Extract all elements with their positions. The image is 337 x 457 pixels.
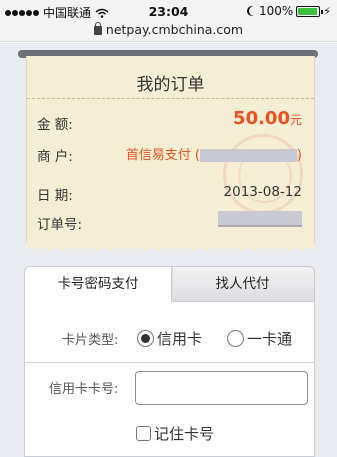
amount-value-row: 50.00元 <box>233 108 302 129</box>
form-divider <box>24 362 315 363</box>
remember-card-checkbox[interactable]: 记住卡号 <box>136 423 214 444</box>
amount-label: 金 额: <box>37 117 73 133</box>
receipt-divider <box>27 98 314 99</box>
radio-debit-card[interactable]: 一卡通 <box>227 328 292 349</box>
receipt-zigzag-edge <box>26 242 315 250</box>
radio-credit-card[interactable]: 信用卡 <box>137 328 202 349</box>
redacted-merchant <box>199 148 297 162</box>
card-type-label: 卡片类型: <box>62 333 119 348</box>
battery-icon <box>296 5 324 17</box>
date-label: 日 期: <box>37 188 73 204</box>
amount-value: 50.00 <box>233 108 290 129</box>
tab-card-password-pay[interactable]: 卡号密码支付 <box>24 266 172 302</box>
radio-credit-card-label: 信用卡 <box>157 330 203 348</box>
order-no-label: 订单号: <box>37 217 83 233</box>
status-right: 100% ⚡ <box>246 4 331 18</box>
radio-checked-icon[interactable] <box>137 330 154 347</box>
tab-pay-for-me[interactable]: 找人代付 <box>157 266 315 302</box>
order-title: 我的订单 <box>136 75 205 95</box>
checkbox-icon[interactable] <box>136 426 151 441</box>
battery-percent: 100% <box>258 4 294 18</box>
merchant-value-row: 首信易支付 () <box>126 144 302 163</box>
merchant-suffix: ) <box>296 148 302 163</box>
moon-icon <box>249 6 259 16</box>
radio-debit-card-label: 一卡通 <box>247 330 293 348</box>
amount-unit: 元 <box>289 113 302 127</box>
url-text[interactable]: netpay.cmbchina.com <box>106 22 243 37</box>
order-no-row <box>218 211 302 227</box>
status-bar: 中国联通 23:04 100% ⚡ <box>0 0 337 22</box>
card-number-input[interactable] <box>135 371 308 405</box>
card-number-label: 信用卡卡号: <box>49 382 119 397</box>
lock-icon <box>93 22 102 35</box>
merchant-value: 首信易支付 ( <box>125 148 200 163</box>
charging-bolt-icon: ⚡ <box>323 4 331 18</box>
radio-unchecked-icon[interactable] <box>227 330 244 347</box>
order-receipt: 我的订单 金 额: 50.00元 商 户: 首信易支付 () 日 期: 2013… <box>26 56 315 244</box>
merchant-label: 商 户: <box>37 149 73 165</box>
url-bar[interactable]: netpay.cmbchina.com <box>0 22 337 42</box>
remember-card-label: 记住卡号 <box>154 425 215 443</box>
redacted-order-no <box>218 211 302 227</box>
date-value: 2013-08-12 <box>223 184 302 200</box>
